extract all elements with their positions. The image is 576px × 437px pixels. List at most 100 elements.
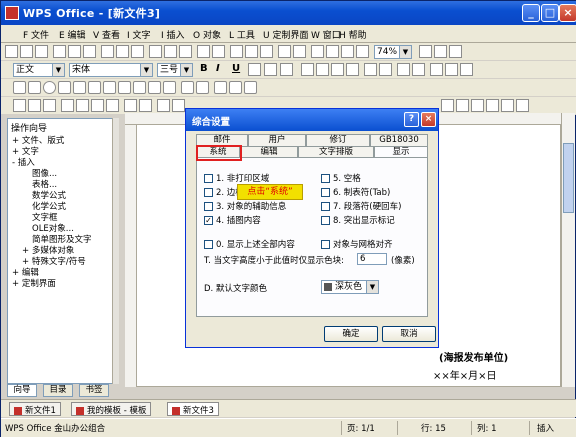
symbol-icon[interactable] (260, 45, 273, 58)
subscript-icon[interactable] (139, 99, 152, 112)
split-cells-icon[interactable] (76, 99, 89, 112)
border-icon[interactable] (430, 63, 443, 76)
file-tab[interactable]: 新文件1 (9, 402, 61, 416)
bullets-icon[interactable] (379, 63, 392, 76)
table-icon[interactable] (197, 45, 210, 58)
threshold-spinner[interactable]: 6 (357, 253, 387, 265)
copy-icon[interactable] (116, 45, 129, 58)
ellipse-icon[interactable] (43, 81, 56, 94)
curve-icon[interactable] (88, 81, 101, 94)
option-image-content[interactable]: ✓ 4. 插图内容 (204, 214, 261, 226)
align-left-icon[interactable] (301, 63, 314, 76)
chart-icon[interactable] (245, 45, 258, 58)
tab-bookmarks[interactable]: 书签 (79, 384, 109, 397)
callout-shape-icon[interactable] (133, 81, 146, 94)
table-grid-icon[interactable] (441, 99, 454, 112)
table-grid2-icon[interactable] (456, 99, 469, 112)
cancel-button[interactable]: 取消 (382, 326, 436, 342)
tab-revision[interactable]: 修订 (306, 134, 370, 146)
tab-wizard[interactable]: 向导 (7, 384, 37, 397)
scrollbar-thumb[interactable] (563, 143, 574, 213)
cut-icon[interactable] (101, 45, 114, 58)
print-icon[interactable] (53, 45, 66, 58)
checkbox[interactable] (204, 202, 213, 211)
size-select[interactable]: 三号 ▼ (157, 63, 193, 77)
bold-button[interactable]: B (200, 63, 208, 74)
frame-icon[interactable] (278, 45, 291, 58)
vertical-scrollbar[interactable] (561, 113, 575, 387)
align-right-icon[interactable] (331, 63, 344, 76)
style-select[interactable]: 正文 ▼ (13, 63, 65, 77)
arc-icon[interactable] (73, 81, 86, 94)
ungroup-icon[interactable] (196, 81, 209, 94)
arrow-icon[interactable] (118, 81, 131, 94)
menu-view[interactable]: V 查看 (93, 28, 120, 41)
select-objects-icon[interactable] (229, 81, 242, 94)
file-tab-active[interactable]: 新文件3 (167, 402, 219, 416)
pencil-icon[interactable] (13, 99, 26, 112)
eraser-icon[interactable] (28, 99, 41, 112)
menu-tools[interactable]: L 工具 (229, 28, 255, 41)
font-select[interactable]: 宋体 ▼ (69, 63, 153, 77)
fill-icon[interactable] (43, 99, 56, 112)
columns-icon[interactable] (212, 45, 225, 58)
font-color-icon[interactable] (248, 63, 261, 76)
tab-user[interactable]: 用户 (248, 134, 306, 146)
checkbox[interactable] (204, 174, 213, 183)
calc-icon[interactable] (326, 45, 339, 58)
group-icon[interactable] (181, 81, 194, 94)
image-icon[interactable] (230, 45, 243, 58)
date-icon[interactable] (341, 45, 354, 58)
checkbox[interactable] (321, 188, 330, 197)
numbering-icon[interactable] (364, 63, 377, 76)
superscript-icon[interactable] (124, 99, 137, 112)
help-icon[interactable]: ? (404, 112, 419, 127)
menu-file[interactable]: F 文件 (23, 28, 49, 41)
preview-icon[interactable] (68, 45, 81, 58)
option-highlight-mark[interactable]: 8. 突出显示标记 (321, 214, 395, 226)
wizard-splitter[interactable] (112, 118, 119, 384)
indent-icon[interactable] (397, 63, 410, 76)
ok-button[interactable]: 确定 (324, 326, 378, 342)
option-object-aux[interactable]: 3. 对象的辅助信息 (204, 200, 286, 212)
line-icon[interactable] (13, 81, 26, 94)
menu-edit[interactable]: E 编辑 (59, 28, 86, 41)
menu-text[interactable]: I 文字 (127, 28, 151, 41)
option-paragraph-mark[interactable]: 7. 段落符(硬回车) (321, 200, 401, 212)
page-icon[interactable] (356, 45, 369, 58)
tab-gb18030[interactable]: GB18030 (370, 134, 428, 146)
close-button[interactable]: × (559, 4, 576, 22)
table-grid6-icon[interactable] (516, 99, 529, 112)
merge-cells-icon[interactable] (61, 99, 74, 112)
justify-icon[interactable] (346, 63, 359, 76)
insert-row-icon[interactable] (91, 99, 104, 112)
default-color-select[interactable]: 深灰色 ▼ (321, 280, 379, 294)
grow-font-icon[interactable] (264, 63, 277, 76)
option-nonprint-area[interactable]: 1. 非打印区域 (204, 172, 269, 184)
paste-icon[interactable] (131, 45, 144, 58)
format-painter-icon[interactable] (149, 45, 162, 58)
spellcheck-icon[interactable] (83, 45, 96, 58)
menu-object[interactable]: O 对象 (193, 28, 221, 41)
checkbox[interactable] (321, 202, 330, 211)
table-style-icon[interactable] (157, 99, 170, 112)
option-show-all[interactable]: 0. 显示上述全部内容 (204, 238, 295, 250)
connector-icon[interactable] (148, 81, 161, 94)
shrink-font-icon[interactable] (280, 63, 293, 76)
zoom-select[interactable]: 74% ▼ (374, 45, 412, 59)
checkbox[interactable] (321, 216, 330, 225)
freeform-icon[interactable] (103, 81, 116, 94)
redo-icon[interactable] (179, 45, 192, 58)
insert-col-icon[interactable] (106, 99, 119, 112)
fullscreen-icon[interactable] (419, 45, 432, 58)
table-grid3-icon[interactable] (471, 99, 484, 112)
char-spacing-icon[interactable] (460, 63, 473, 76)
undo-icon[interactable] (164, 45, 177, 58)
file-tab[interactable]: 我的模板 - 模板 (71, 402, 152, 416)
align-center-icon[interactable] (316, 63, 329, 76)
table-grid5-icon[interactable] (501, 99, 514, 112)
option-tab[interactable]: 6. 制表符(Tab) (321, 186, 390, 198)
checkbox[interactable] (321, 174, 330, 183)
outdent-icon[interactable] (412, 63, 425, 76)
rect-icon[interactable] (28, 81, 41, 94)
